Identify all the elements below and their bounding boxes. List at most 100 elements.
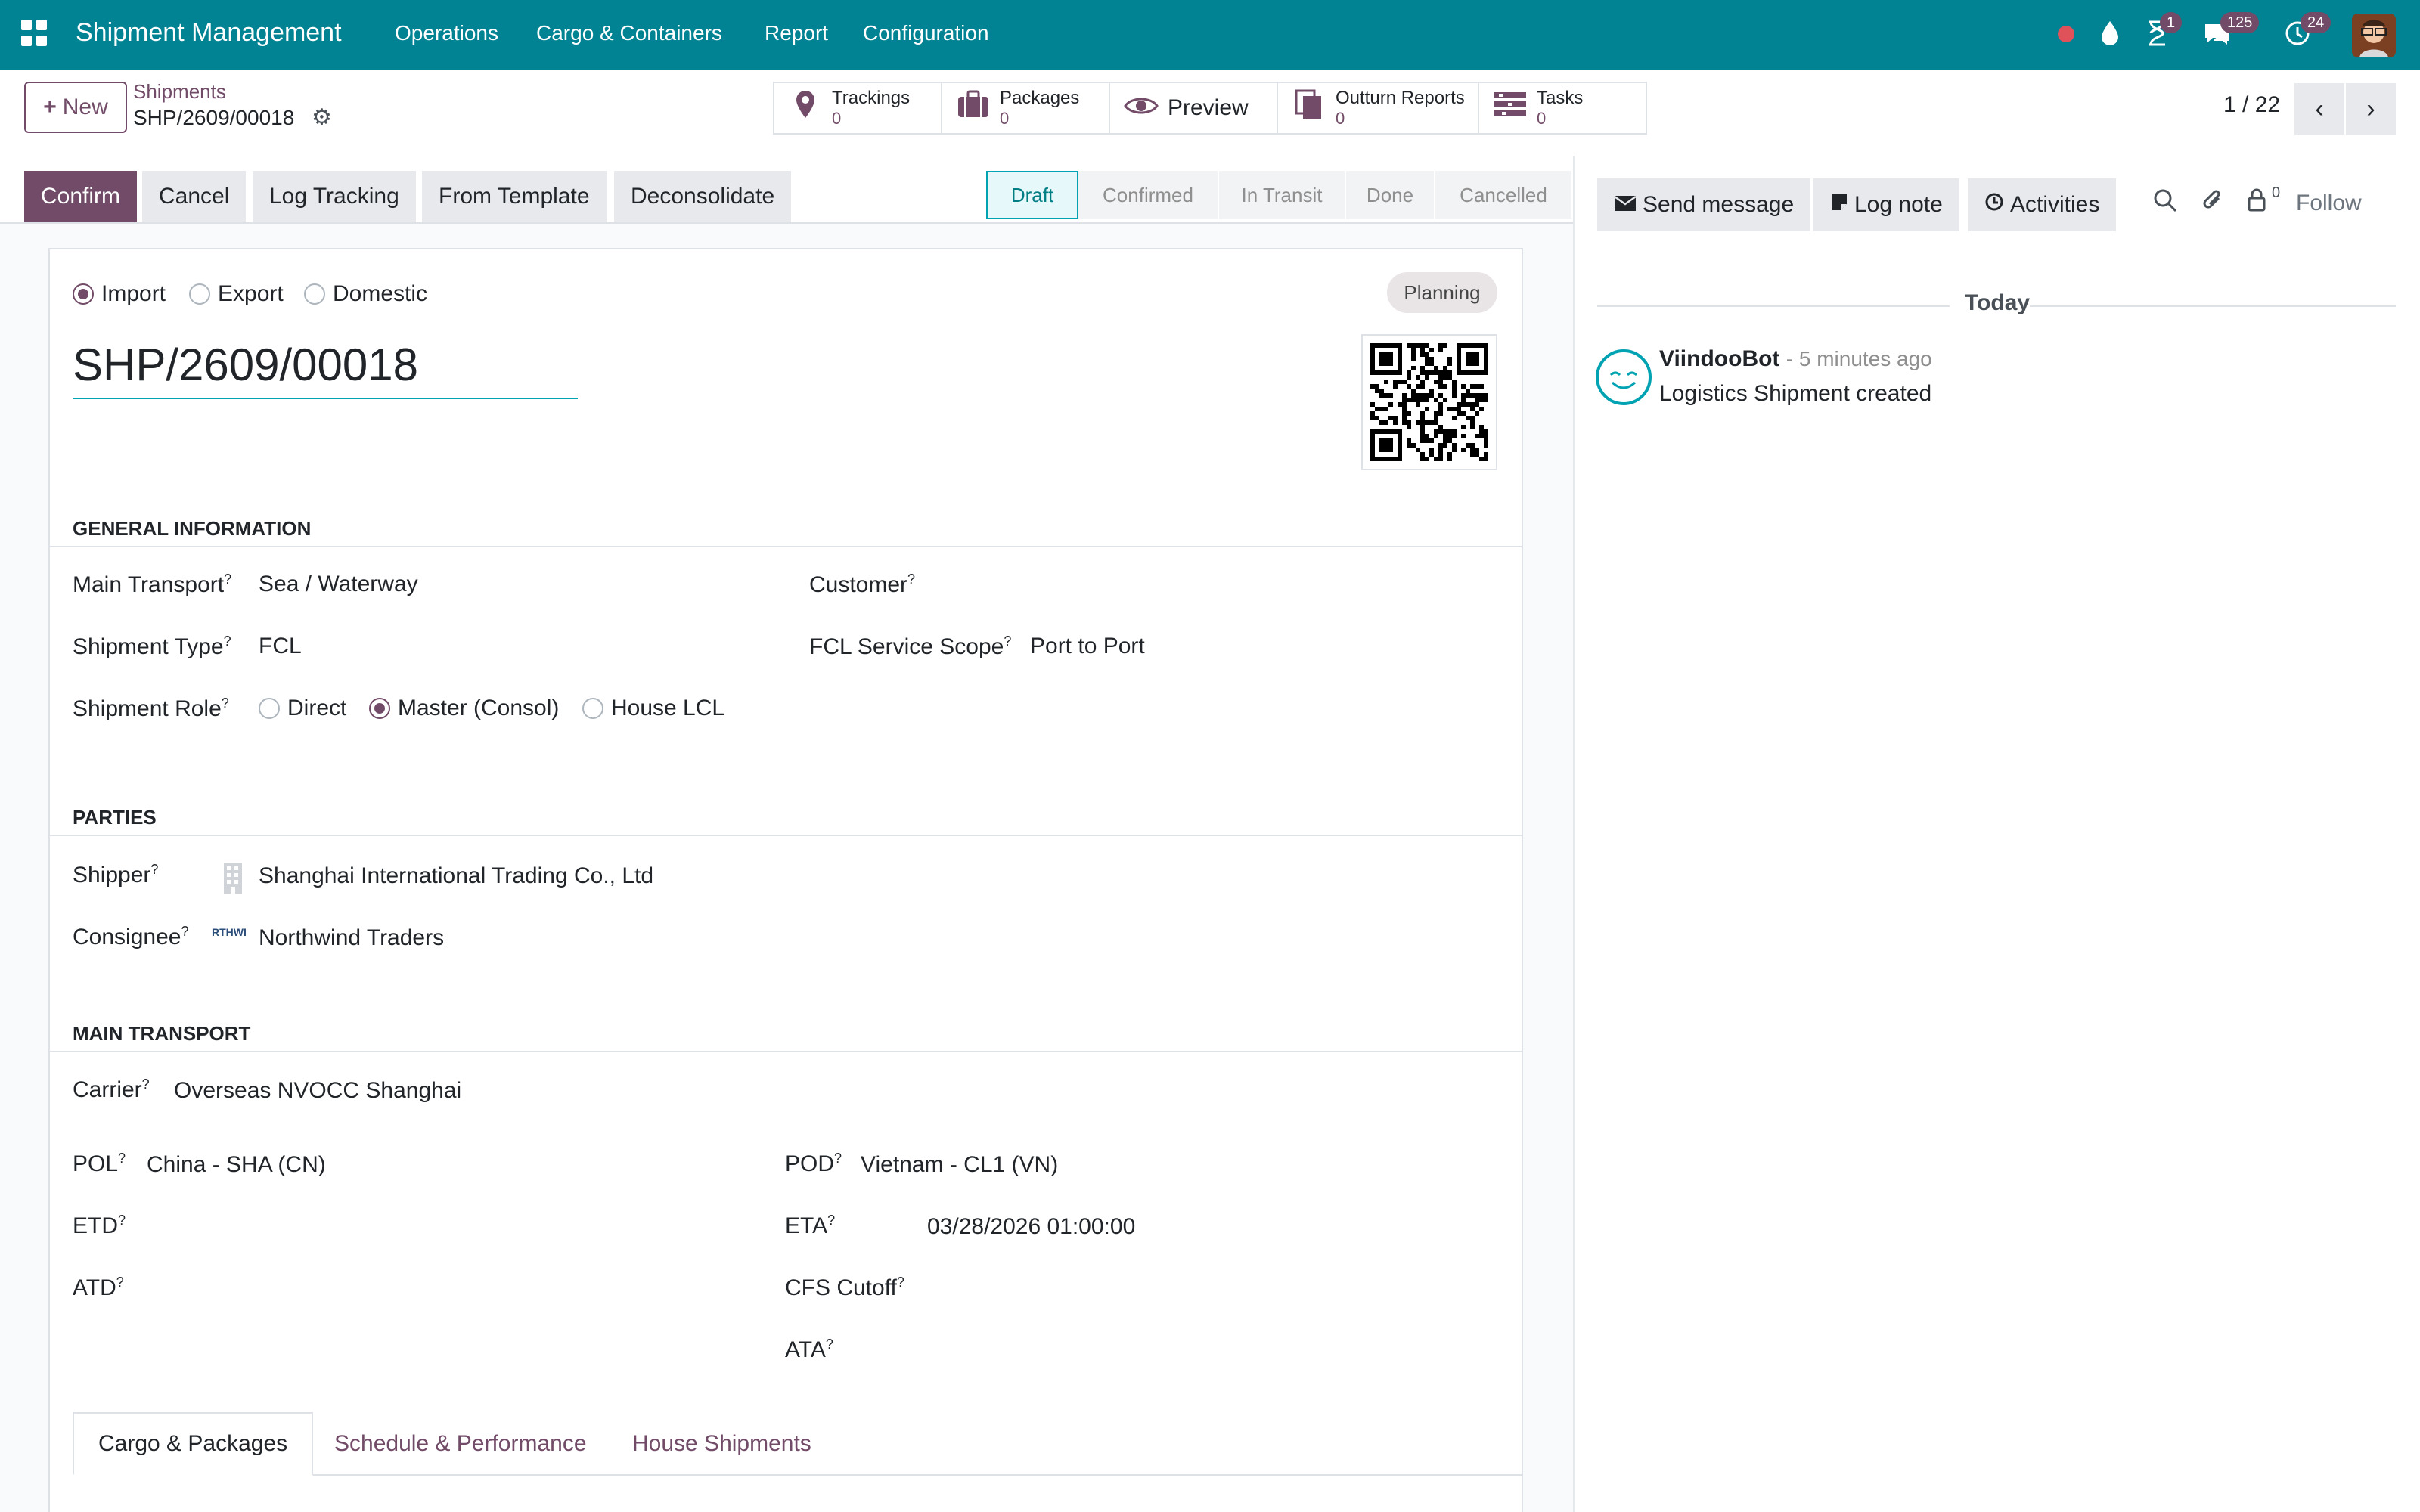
tasks-label: Tasks bbox=[1537, 88, 1584, 108]
building-icon bbox=[222, 862, 244, 899]
direction-export-label: Export bbox=[218, 281, 284, 306]
pager-next-button[interactable]: › bbox=[2346, 83, 2396, 135]
stage-confirmed[interactable]: Confirmed bbox=[1078, 171, 1218, 219]
customer-label: Customer? bbox=[809, 572, 916, 597]
radio-export[interactable] bbox=[189, 284, 210, 305]
outturn-reports-smart-button[interactable]: Outturn Reports 0 bbox=[1277, 82, 1479, 135]
radio-domestic[interactable] bbox=[304, 284, 325, 305]
direction-import-radio[interactable]: Import bbox=[73, 281, 166, 307]
packages-smart-button[interactable]: Packages 0 bbox=[941, 82, 1110, 135]
etd-label: ETD? bbox=[73, 1213, 126, 1238]
note-icon bbox=[1830, 192, 1848, 218]
menu-configuration[interactable]: Configuration bbox=[863, 21, 989, 45]
menu-report[interactable]: Report bbox=[765, 21, 828, 45]
envelope-icon bbox=[1614, 192, 1637, 218]
stage-in-transit[interactable]: In Transit bbox=[1219, 171, 1345, 219]
breadcrumb-parent[interactable]: Shipments bbox=[133, 80, 226, 104]
record-dot-icon[interactable] bbox=[2049, 17, 2083, 50]
role-direct-option[interactable]: Direct bbox=[259, 696, 346, 721]
direction-domestic-label: Domestic bbox=[333, 281, 428, 306]
pager-value[interactable]: 1 / 22 bbox=[2223, 92, 2280, 118]
tab-house-shipments[interactable]: House Shipments bbox=[608, 1412, 836, 1476]
direction-domestic-radio[interactable]: Domestic bbox=[304, 281, 427, 307]
eta-label: ETA? bbox=[785, 1213, 836, 1238]
deconsolidate-button[interactable]: Deconsolidate bbox=[614, 171, 792, 222]
viindoobot-avatar[interactable] bbox=[1596, 349, 1652, 405]
main-transport-value[interactable]: Sea / Waterway bbox=[259, 572, 418, 597]
role-master-label: Master (Consol) bbox=[398, 696, 560, 720]
shipment-type-value[interactable]: FCL bbox=[259, 634, 302, 659]
stage-cancelled[interactable]: Cancelled bbox=[1435, 171, 1571, 219]
direction-export-radio[interactable]: Export bbox=[189, 281, 284, 307]
messages-icon[interactable]: 125 bbox=[2201, 12, 2260, 50]
stage-draft[interactable]: Draft bbox=[986, 171, 1078, 219]
shipment-role-label: Shipment Role? bbox=[73, 696, 229, 721]
radio-house-lcl[interactable] bbox=[582, 698, 603, 719]
follow-button[interactable]: Follow bbox=[2296, 191, 2362, 216]
tab-cargo-packages[interactable]: Cargo & Packages bbox=[73, 1412, 314, 1476]
preview-smart-button[interactable]: Preview bbox=[1109, 82, 1278, 135]
apps-menu-icon[interactable] bbox=[21, 20, 48, 47]
search-icon[interactable] bbox=[2152, 187, 2178, 219]
shipper-value[interactable]: Shanghai International Trading Co., Ltd bbox=[259, 863, 653, 889]
shipment-name-field[interactable]: SHP/2609/00018 bbox=[73, 339, 578, 399]
user-avatar[interactable] bbox=[2352, 14, 2396, 57]
activities-button[interactable]: Activities bbox=[1968, 178, 2117, 231]
pol-label: POL? bbox=[73, 1151, 126, 1176]
app-title[interactable]: Shipment Management bbox=[76, 18, 342, 48]
activities-label: Activities bbox=[2010, 192, 2100, 217]
section-divider bbox=[48, 835, 1523, 836]
fcl-service-scope-label: FCL Service Scope? bbox=[809, 634, 1012, 659]
new-button[interactable]: + New bbox=[24, 82, 127, 133]
section-main-transport: Main Transport bbox=[73, 1022, 251, 1045]
cfs-cutoff-field[interactable] bbox=[927, 1275, 1457, 1305]
radio-import[interactable] bbox=[73, 284, 94, 305]
packages-label: Packages bbox=[1000, 88, 1080, 108]
qr-code bbox=[1361, 334, 1497, 470]
followers-lock-icon[interactable] bbox=[2246, 187, 2267, 218]
confirm-button[interactable]: Confirm bbox=[24, 171, 138, 222]
activity-hourglass-icon[interactable]: 1 bbox=[2140, 12, 2183, 50]
shipment-type-label: Shipment Type? bbox=[73, 634, 231, 659]
trackings-smart-button[interactable]: Trackings 0 bbox=[773, 82, 942, 135]
log-note-button[interactable]: Log note bbox=[1813, 178, 1959, 231]
from-template-button[interactable]: From Template bbox=[422, 171, 607, 222]
log-note-label: Log note bbox=[1854, 192, 1943, 217]
tab-schedule-performance[interactable]: Schedule & Performance bbox=[310, 1412, 611, 1476]
updates-clock-icon[interactable]: 24 bbox=[2281, 12, 2332, 50]
etd-field[interactable] bbox=[147, 1213, 676, 1243]
paperclip-icon[interactable] bbox=[2201, 187, 2225, 219]
section-general-information: General Information bbox=[73, 517, 312, 540]
gear-icon[interactable]: ⚙ bbox=[312, 104, 332, 131]
pol-value[interactable]: China - SHA (CN) bbox=[147, 1152, 326, 1178]
message-time: - 5 minutes ago bbox=[1786, 347, 1932, 370]
trackings-label: Trackings bbox=[832, 88, 911, 108]
cancel-button[interactable]: Cancel bbox=[142, 171, 247, 222]
fcl-service-scope-value[interactable]: Port to Port bbox=[1030, 634, 1145, 659]
pager-previous-button[interactable]: ‹ bbox=[2294, 83, 2344, 135]
menu-cargo-containers[interactable]: Cargo & Containers bbox=[536, 21, 722, 45]
eta-value[interactable]: 03/28/2026 01:00:00 bbox=[927, 1214, 1135, 1240]
ata-field[interactable] bbox=[927, 1337, 1457, 1367]
atd-field[interactable] bbox=[147, 1275, 676, 1305]
radio-direct[interactable] bbox=[259, 698, 280, 719]
carrier-value[interactable]: Overseas NVOCC Shanghai bbox=[174, 1078, 461, 1104]
clock-icon bbox=[1984, 192, 2004, 218]
role-master-option[interactable]: Master (Consol) bbox=[369, 696, 559, 721]
menu-operations[interactable]: Operations bbox=[395, 21, 498, 45]
drop-icon[interactable] bbox=[2093, 17, 2127, 50]
tasks-smart-button[interactable]: Tasks 0 bbox=[1478, 82, 1647, 135]
message-body: Logistics Shipment created bbox=[1659, 381, 1932, 406]
stage-done[interactable]: Done bbox=[1346, 171, 1434, 219]
planning-badge: Planning bbox=[1387, 272, 1497, 313]
log-tracking-button[interactable]: Log Tracking bbox=[253, 171, 416, 222]
pod-value[interactable]: Vietnam - CL1 (VN) bbox=[861, 1152, 1058, 1178]
send-message-button[interactable]: Send message bbox=[1597, 178, 1811, 231]
role-house-lcl-option[interactable]: House LCL bbox=[582, 696, 724, 721]
consignee-value[interactable]: Northwind Traders bbox=[259, 925, 444, 951]
customer-field[interactable] bbox=[1028, 572, 1482, 602]
radio-master[interactable] bbox=[369, 698, 390, 719]
section-parties: Parties bbox=[73, 806, 157, 829]
send-message-label: Send message bbox=[1643, 192, 1795, 217]
message-author[interactable]: ViindooBot - 5 minutes ago bbox=[1659, 346, 1932, 372]
